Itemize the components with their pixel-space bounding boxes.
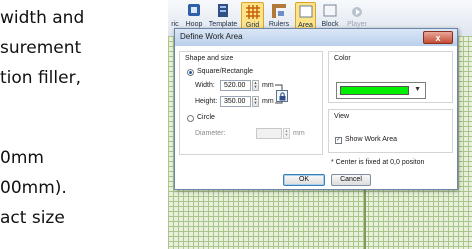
dialog-title: Define Work Area (180, 32, 243, 41)
height-spinner[interactable]: ▲ ▼ (252, 96, 259, 107)
rulers-icon (272, 4, 286, 18)
ok-button[interactable]: OK (283, 174, 325, 186)
diameter-unit: mm (293, 130, 305, 137)
view-group: View ✓ Show Work Area (328, 109, 453, 153)
lock-aspect-button[interactable] (276, 90, 288, 102)
diameter-spinner[interactable]: ▲ ▼ (283, 128, 290, 139)
cancel-button[interactable]: Cancel (331, 174, 371, 186)
grid-icon (245, 5, 260, 19)
player-icon (352, 7, 362, 17)
diameter-input[interactable] (256, 128, 282, 139)
lock-icon (279, 92, 286, 101)
background-document-text: width and surement tion filler, 0mm 00mm… (0, 0, 160, 249)
close-button[interactable]: x (423, 31, 453, 44)
square-rectangle-label: Square/Rectangle (197, 68, 254, 75)
height-label: Height: (195, 98, 218, 105)
dialog-titlebar[interactable]: Define Work Area x (175, 29, 457, 46)
view-group-title: View (334, 113, 350, 120)
center-note: * Center is fixed at 0,0 positon (331, 159, 425, 166)
width-input[interactable]: 520.00 (220, 80, 251, 91)
doc-line: 00mm). (0, 178, 67, 198)
circle-label: Circle (197, 114, 215, 121)
shape-size-group: Shape and size Square/Rectangle Width: 5… (179, 51, 323, 155)
height-input[interactable]: 350.00 (220, 96, 251, 107)
show-work-area-label: Show Work Area (345, 136, 398, 143)
shape-size-group-title: Shape and size (185, 55, 234, 62)
doc-line: 0mm (0, 148, 44, 168)
width-spinner[interactable]: ▲ ▼ (252, 80, 259, 91)
height-unit: mm (262, 98, 274, 105)
circle-radio[interactable] (187, 115, 194, 122)
doc-line: act size (0, 208, 65, 228)
diameter-label: Diameter: (195, 130, 226, 137)
doc-line: surement (0, 38, 82, 58)
template-icon (218, 4, 228, 17)
define-work-area-dialog: Define Work Area x Shape and size Square… (174, 28, 458, 190)
square-rectangle-radio[interactable] (187, 69, 194, 76)
doc-line: width and (0, 8, 85, 28)
doc-line: tion filler, (0, 68, 81, 88)
color-group-title: Color (334, 55, 351, 62)
block-icon (323, 4, 337, 17)
width-label: Width: (195, 82, 215, 89)
width-unit: mm (262, 82, 274, 89)
show-work-area-checkbox[interactable]: ✓ (335, 137, 342, 144)
embroidery-app-window: ric Hoop Template Grid Rulers Area Block (168, 0, 472, 249)
area-icon (299, 5, 312, 18)
hoop-icon (188, 4, 200, 16)
color-swatch (340, 86, 409, 95)
close-icon: x (435, 33, 441, 43)
chevron-down-icon: ▼ (414, 86, 421, 93)
color-dropdown[interactable]: ▼ (336, 82, 426, 99)
